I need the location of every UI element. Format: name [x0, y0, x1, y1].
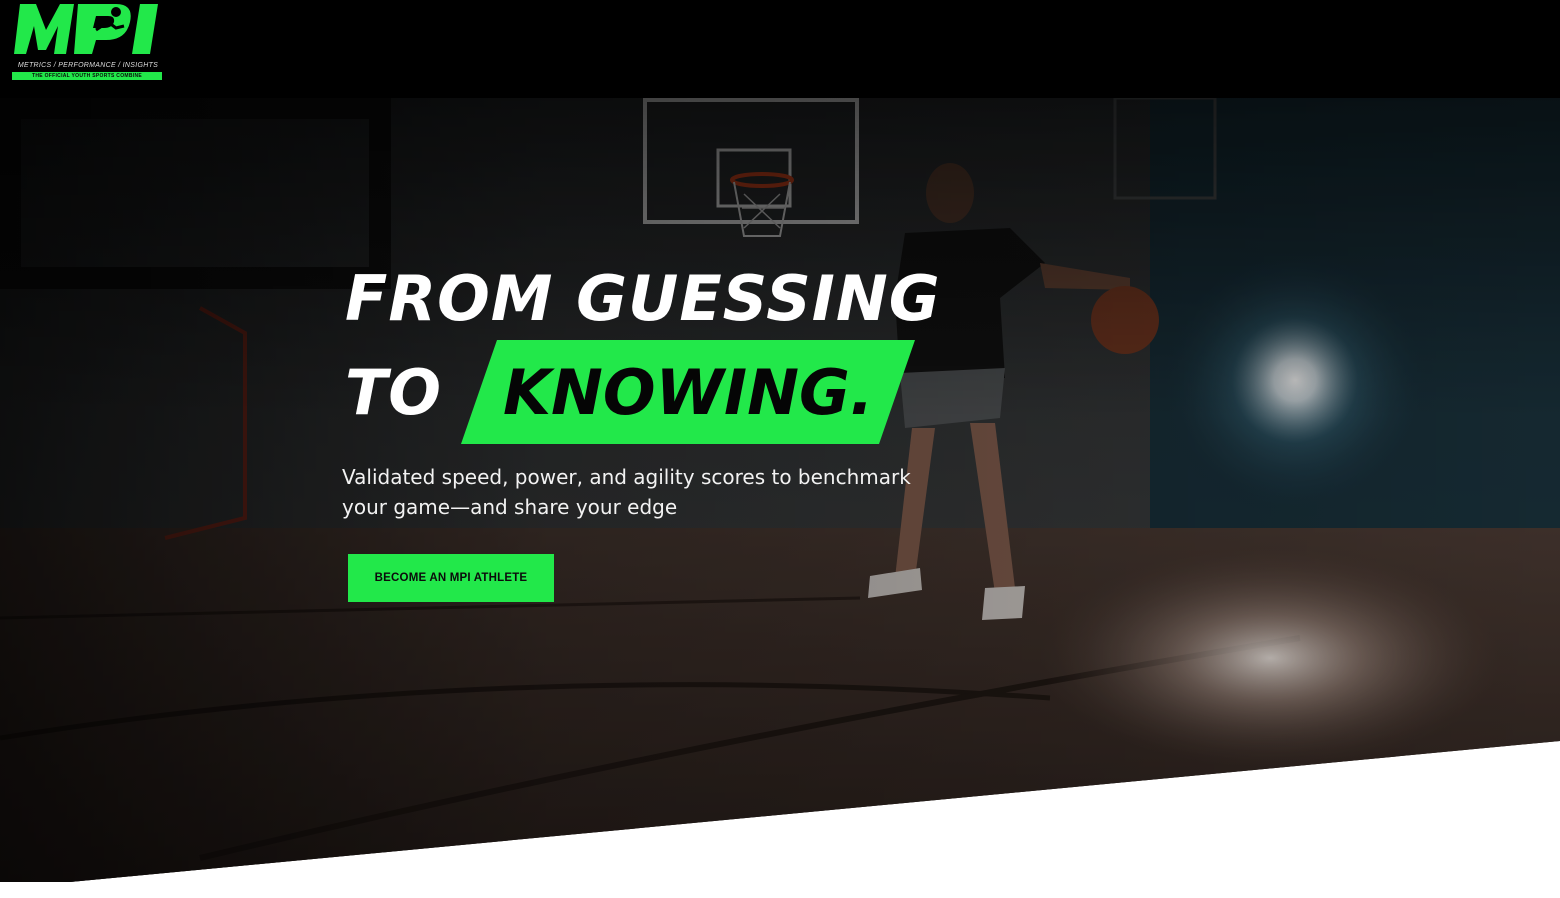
become-athlete-button[interactable]: BECOME AN MPI ATHLETE — [348, 554, 554, 602]
logo[interactable]: METRICS / PERFORMANCE / INSIGHTS THE OFF… — [12, 0, 164, 82]
landing-page: METRICS / PERFORMANCE / INSIGHTS THE OFF… — [0, 0, 1560, 898]
logo-subline: THE OFFICIAL YOUTH SPORTS COMBINE — [12, 72, 162, 80]
logo-tagline: METRICS / PERFORMANCE / INSIGHTS — [17, 62, 159, 69]
headline-to: TO — [345, 356, 442, 429]
mpi-logo-icon — [14, 4, 158, 54]
headline-line-1: FROM GUESSING — [345, 262, 941, 335]
hero-subtitle: Validated speed, power, and agility scor… — [342, 465, 911, 519]
hero-section: FROM GUESSING TO KNOWING. Validated spee… — [0, 98, 1560, 882]
headline-highlight-text: KNOWING. — [503, 356, 874, 429]
site-header: METRICS / PERFORMANCE / INSIGHTS THE OFF… — [0, 0, 1560, 98]
